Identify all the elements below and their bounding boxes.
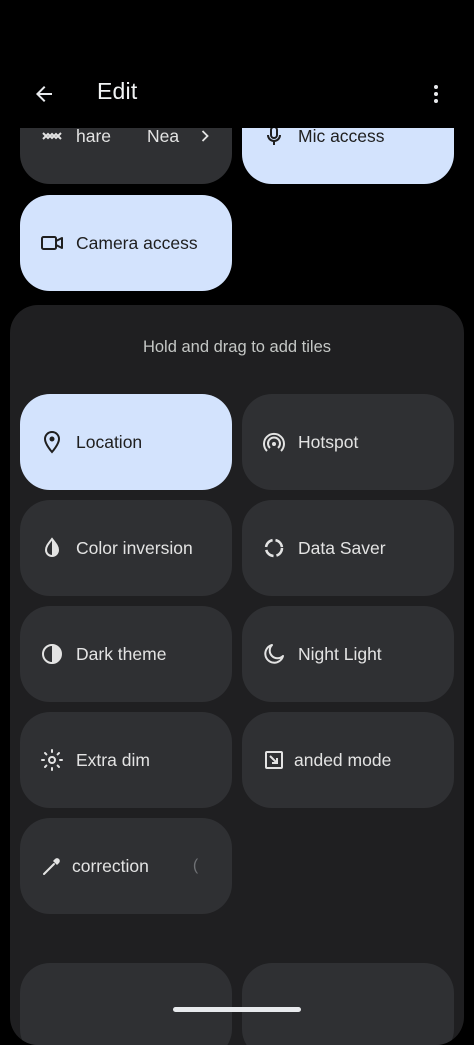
tile-camera-access[interactable]: Camera access — [20, 195, 232, 291]
tile-label: hare — [76, 128, 112, 146]
one-handed-mode-icon — [262, 748, 286, 772]
page-title: Edit — [97, 78, 138, 104]
tile-partial-left[interactable] — [20, 963, 232, 1045]
data-saver-icon — [262, 536, 286, 560]
mic-icon — [262, 128, 286, 148]
available-tiles-panel: Hold and drag to add tiles Location Hots… — [10, 305, 464, 1045]
tile-label: Hotspot — [298, 431, 359, 452]
tile-one-handed-mode[interactable]: anded mode — [242, 712, 454, 808]
tile-label: Location — [76, 431, 143, 452]
extra-dim-icon — [40, 748, 64, 772]
back-button[interactable] — [24, 76, 64, 112]
more-options-button[interactable] — [418, 76, 454, 112]
tile-color-inversion[interactable]: Color inversion — [20, 500, 232, 596]
app-bar: Edit — [0, 60, 474, 128]
current-tiles-area: hare Nea Mic access Camera access — [0, 128, 474, 300]
tile-partial-right[interactable] — [242, 963, 454, 1045]
drag-hint: Hold and drag to add tiles — [142, 338, 332, 356]
night-light-icon — [262, 642, 286, 666]
camera-icon — [40, 231, 64, 255]
tile-nearby-share[interactable]: hare Nea — [20, 128, 232, 184]
tile-color-correction[interactable]: correction ( — [20, 818, 232, 914]
nearby-share-icon — [40, 128, 64, 148]
color-correction-icon — [40, 854, 64, 878]
tile-label: Camera access — [76, 232, 198, 253]
tile-label: Night Light — [298, 643, 382, 664]
arrow-back-icon — [36, 86, 52, 102]
tile-edge-glyph: ( — [192, 857, 199, 874]
tile-extra-dim[interactable]: Extra dim — [20, 712, 232, 808]
tile-label: Dark theme — [76, 643, 167, 664]
tile-hotspot[interactable]: Hotspot — [242, 394, 454, 490]
chevron-right-icon — [193, 128, 217, 148]
color-inversion-icon — [40, 536, 64, 560]
hotspot-icon — [262, 430, 286, 454]
tile-data-saver[interactable]: Data Saver — [242, 500, 454, 596]
dark-theme-icon — [40, 642, 64, 666]
tile-secondary-label: Nea — [147, 128, 180, 146]
location-icon — [40, 430, 64, 454]
tile-location[interactable]: Location — [20, 394, 232, 490]
tile-label: Extra dim — [76, 749, 150, 770]
tile-label: Data Saver — [298, 537, 386, 558]
gesture-handle — [173, 1007, 301, 1012]
more-vert-icon — [434, 85, 438, 103]
tile-label: correction — [72, 855, 149, 876]
tile-night-light[interactable]: Night Light — [242, 606, 454, 702]
tile-label: Mic access — [298, 128, 385, 146]
tile-dark-theme[interactable]: Dark theme — [20, 606, 232, 702]
tile-mic-access[interactable]: Mic access — [242, 128, 454, 184]
tile-label: Color inversion — [76, 537, 193, 558]
tile-label: anded mode — [294, 749, 392, 770]
